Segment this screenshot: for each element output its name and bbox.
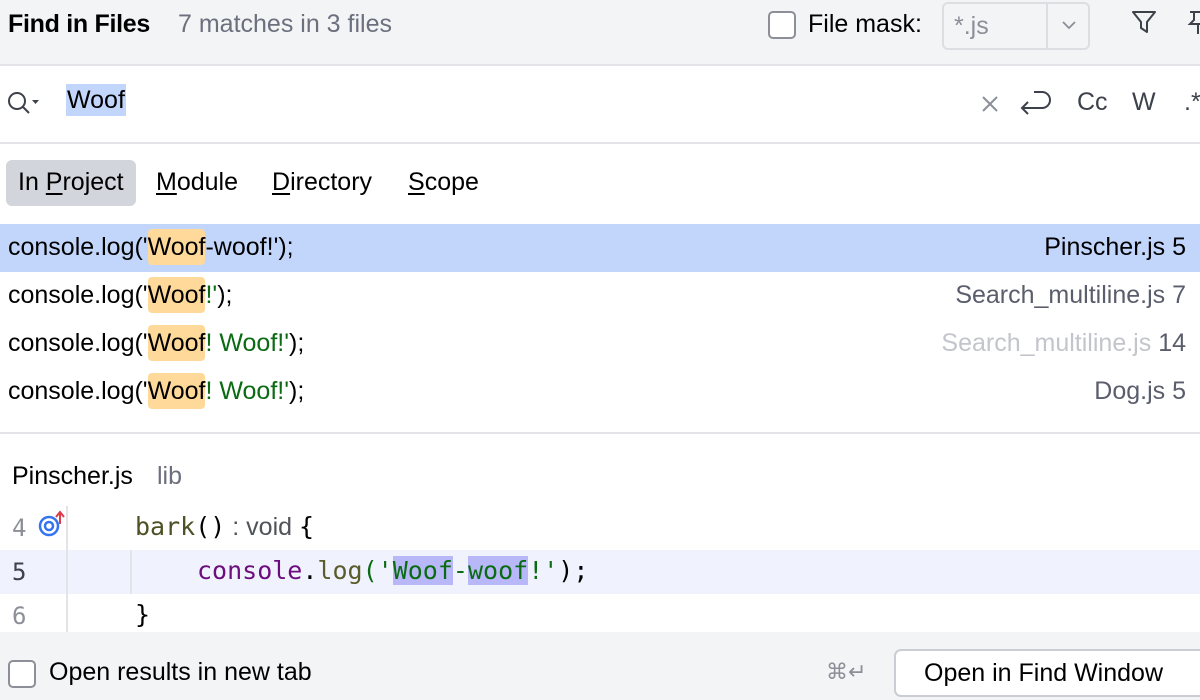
file-mask-label: File mask: [808, 10, 922, 38]
preview-directory: lib [157, 462, 183, 490]
tab-module[interactable]: Module [144, 160, 250, 206]
newline-icon[interactable] [1018, 88, 1052, 118]
tab-mnemonic: S [408, 168, 425, 196]
filter-icon[interactable] [1130, 8, 1158, 36]
combo-separator [1046, 4, 1048, 48]
result-code: console.log('Woof! Woof!'); [8, 373, 304, 409]
result-file: Search_multiline.js 14 [941, 329, 1186, 357]
result-code: console.log('Woof!'); [8, 277, 232, 313]
match-highlight: Woof [147, 373, 206, 409]
regex-toggle[interactable]: .* [1184, 88, 1200, 117]
clear-icon[interactable] [980, 94, 1000, 114]
search-query[interactable]: Woof [66, 84, 126, 116]
line-number: 4 [12, 514, 27, 542]
line-number: 6 [12, 602, 27, 630]
results-list: console.log('Woof-woof!'); Pinscher.js 5… [0, 224, 1200, 434]
scope-tabs: In Project Module Directory Scope [0, 144, 1200, 224]
match-summary: 7 matches in 3 files [178, 10, 392, 38]
code-text: } [135, 600, 151, 629]
code-text: console.log('Woof-woof!'); [197, 556, 589, 585]
result-row[interactable]: console.log('Woof-woof!'); Pinscher.js 5 [0, 224, 1200, 272]
result-file: Search_multiline.js 7 [955, 281, 1186, 309]
chevron-down-icon[interactable] [1058, 14, 1080, 36]
code-text: bark() : void { [135, 512, 315, 541]
preview-match: Woof [392, 556, 453, 585]
code-line: 4 bark() : void { [0, 506, 1200, 550]
match-highlight: Woof [147, 229, 206, 265]
search-icon[interactable] [6, 90, 40, 118]
code-line-current: 5 console.log('Woof-woof!'); [0, 550, 1200, 594]
match-highlight: Woof [147, 277, 206, 313]
file-mask-checkbox[interactable] [768, 11, 796, 39]
whole-words-toggle[interactable]: W [1132, 88, 1156, 117]
result-file: Pinscher.js 5 [1044, 233, 1186, 261]
tab-scope[interactable]: Scope [396, 160, 491, 206]
code-preview: Pinscher.js lib 4 bark() : void { 5 cons… [0, 436, 1200, 632]
preview-file-name: Pinscher.js [12, 462, 133, 490]
tab-mnemonic: P [45, 168, 63, 196]
result-row[interactable]: console.log('Woof!'); Search_multiline.j… [0, 272, 1200, 320]
open-new-tab-checkbox[interactable] [8, 660, 36, 688]
dialog-footer: Open results in new tab ⌘↵ Open in Find … [0, 632, 1200, 700]
tab-label: In [18, 168, 46, 196]
result-code: console.log('Woof-woof!'); [8, 229, 294, 265]
tab-mnemonic: M [156, 168, 177, 196]
tab-label: cope [424, 168, 479, 196]
search-input[interactable]: Woof [66, 84, 126, 116]
match-highlight: Woof [147, 325, 206, 361]
shortcut-hint: ⌘↵ [826, 659, 867, 684]
tab-label: roject [62, 168, 124, 196]
button-label: Open in Find Window [924, 659, 1164, 687]
gutter-divider [66, 506, 68, 632]
open-new-tab-label[interactable]: Open results in new tab [49, 658, 312, 687]
tab-label: irectory [290, 168, 373, 196]
open-in-find-window-button[interactable]: Open in Find Window [894, 649, 1200, 697]
result-code: console.log('Woof! Woof!'); [8, 325, 304, 361]
result-row[interactable]: console.log('Woof! Woof!'); Search_multi… [0, 320, 1200, 368]
pin-icon[interactable] [1186, 8, 1200, 36]
match-case-toggle[interactable]: Cc [1077, 88, 1108, 117]
tab-directory[interactable]: Directory [260, 160, 384, 206]
file-mask-combobox[interactable]: *.js [942, 2, 1090, 50]
tab-label: odule [176, 168, 238, 196]
result-file: Dog.js 5 [1094, 377, 1186, 405]
tab-mnemonic: D [272, 168, 291, 196]
indent-guide [130, 550, 132, 594]
type-hint: : void [225, 513, 299, 541]
dialog-title: Find in Files [8, 10, 150, 38]
preview-match: woof [467, 556, 529, 585]
line-number: 5 [12, 558, 27, 586]
implements-method-icon[interactable] [36, 510, 68, 538]
file-mask-value[interactable]: *.js [954, 12, 989, 41]
search-row: Woof Cc W .* [0, 66, 1200, 144]
tab-in-project[interactable]: In Project [6, 160, 136, 206]
result-row[interactable]: console.log('Woof! Woof!'); Dog.js 5 [0, 368, 1200, 416]
dialog-header: Find in Files 7 matches in 3 files File … [0, 0, 1200, 66]
